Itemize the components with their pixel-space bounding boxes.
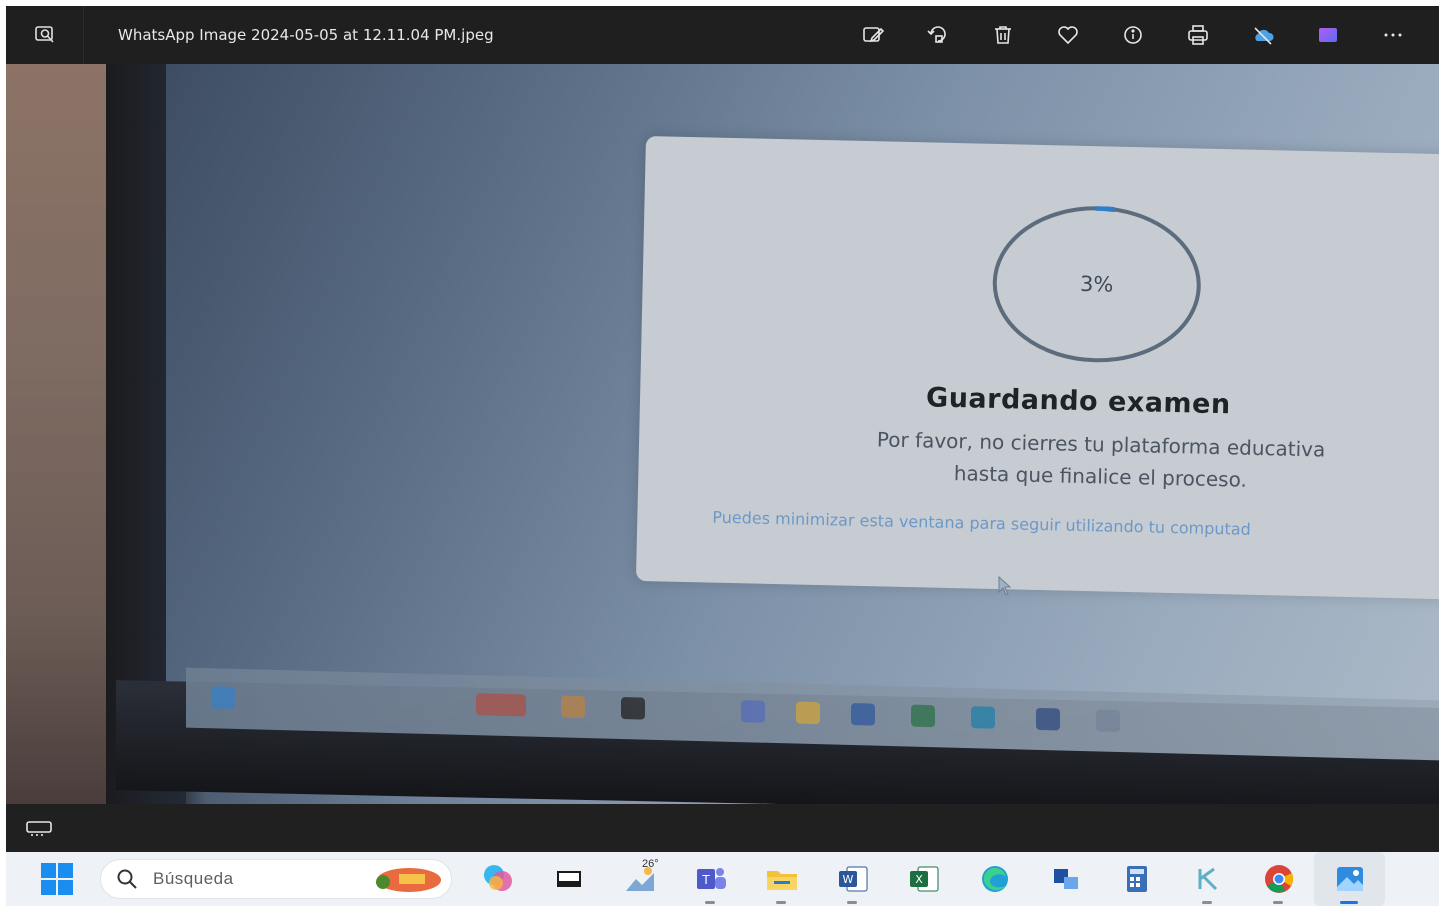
windows-logo-icon [41,863,73,895]
clipchamp-icon [1318,28,1337,42]
search-highlight-icon [376,868,441,892]
rotate-icon [926,26,946,43]
delete-icon [994,26,1011,44]
progress-ring-fill [1095,205,1115,213]
photo-search-icon [34,26,54,43]
taskbar-app-k[interactable] [1172,852,1243,906]
edit-image-button[interactable] [840,6,905,64]
search-icon [117,869,137,889]
word-icon: W [838,866,867,892]
file-explorer-icon [766,871,797,890]
filmstrip-toggle-icon [26,821,52,836]
edge-icon [981,866,1008,892]
teams-icon: T [696,868,726,889]
start-button[interactable] [36,858,78,900]
taskbar-remote-desktop[interactable] [1030,852,1101,906]
taskbar-chrome[interactable] [1243,852,1314,906]
running-indicator [1202,901,1212,904]
more-options-icon [1384,33,1401,37]
svg-text:X: X [915,873,923,886]
favorite-heart-icon [1057,26,1078,45]
more-options-button[interactable] [1360,6,1425,64]
weather-temperature: 26° [642,858,659,870]
info-icon [1123,26,1142,44]
progress-percent-label: 3% [1079,271,1114,297]
running-indicator [776,901,786,904]
delete-button[interactable] [970,6,1035,64]
favorite-button[interactable] [1035,6,1100,64]
minimize-hint-link: Puedes minimizar esta ventana para segui… [712,507,1251,539]
rotate-button[interactable] [905,6,970,64]
taskbar-weather[interactable]: 26° [604,852,675,906]
taskbar-edge[interactable] [959,852,1030,906]
dialog-title: Guardando examen [925,382,1231,421]
photos-title-bar: WhatsApp Image 2024-05-05 at 12.11.04 PM… [6,6,1439,64]
taskbar-word[interactable]: W [817,852,888,906]
copilot-icon [483,865,512,891]
print-icon [1187,25,1208,45]
saving-exam-dialog: 3% Guardando examen Por favor, no cierre… [635,136,1439,600]
mouse-cursor-icon [998,576,1012,596]
windows-taskbar: Búsqueda 26° T W X [6,852,1439,906]
dialog-message: Por favor, no cierres tu plataforma educ… [800,422,1401,500]
search-placeholder: Búsqueda [153,869,234,888]
taskbar-teams[interactable]: T [675,852,746,906]
photos-bottom-bar [6,804,1439,852]
photos-icon [1336,867,1363,891]
taskbar-file-explorer[interactable] [746,852,817,906]
photo-viewport: 3% Guardando examen Por favor, no cierre… [6,64,1439,804]
edit-image-icon [862,27,884,43]
onedrive-button[interactable] [1230,6,1295,64]
background-wall [6,64,116,804]
onedrive-icon [1253,27,1274,45]
taskbar-excel[interactable]: X [888,852,959,906]
remote-desktop-icon [1053,869,1078,889]
taskbar-photos[interactable] [1314,852,1385,906]
running-indicator [1340,901,1358,904]
running-indicator [847,901,857,904]
clipchamp-button[interactable] [1295,6,1360,64]
chrome-icon [1264,865,1293,893]
taskbar-search-box[interactable]: Búsqueda [100,859,452,899]
running-indicator [705,901,715,904]
photo-search-button[interactable] [6,6,84,64]
app-k-icon [1198,867,1217,891]
window-title: WhatsApp Image 2024-05-05 at 12.11.04 PM… [118,26,494,44]
print-button[interactable] [1165,6,1230,64]
taskbar-calculator[interactable] [1101,852,1172,906]
svg-text:T: T [701,873,710,887]
taskbar-copilot[interactable] [462,852,533,906]
info-button[interactable] [1100,6,1165,64]
taskbar-task-view[interactable] [533,852,604,906]
excel-icon: X [909,866,938,892]
screen-frame: WhatsApp Image 2024-05-05 at 12.11.04 PM… [0,0,1439,906]
task-view-icon [556,871,581,887]
svg-text:W: W [842,873,853,886]
calculator-icon [1126,866,1147,892]
filmstrip-toggle-button[interactable] [6,804,72,852]
running-indicator [1273,901,1283,904]
